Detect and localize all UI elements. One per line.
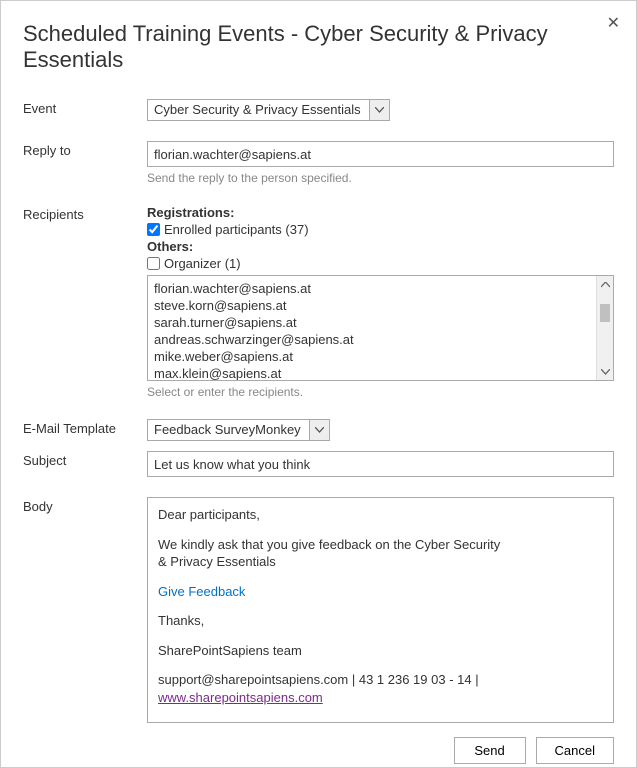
others-heading: Others: (147, 239, 614, 254)
recipient-item: steve.korn@sapiens.at (154, 297, 607, 314)
email-template-select[interactable]: Feedback SurveyMonkey (147, 419, 330, 441)
reply-to-help: Send the reply to the person specified. (147, 171, 614, 185)
recipients-label: Recipients (23, 205, 147, 222)
recipient-item: max.klein@sapiens.at (154, 365, 607, 381)
organizer-label: Organizer (1) (164, 256, 241, 271)
recipient-item: florian.wachter@sapiens.at (154, 280, 607, 297)
enrolled-checkbox[interactable] (147, 223, 160, 236)
scrollbar[interactable] (596, 276, 613, 380)
button-row: Send Cancel (23, 737, 614, 764)
row-recipients: Recipients Registrations: Enrolled parti… (23, 205, 614, 399)
chevron-down-icon (309, 420, 329, 440)
give-feedback-link[interactable]: Give Feedback (158, 584, 245, 599)
event-select[interactable]: Cyber Security & Privacy Essentials (147, 99, 390, 121)
body-label: Body (23, 497, 147, 514)
organizer-checkbox[interactable] (147, 257, 160, 270)
subject-label: Subject (23, 451, 147, 468)
recipients-textbox[interactable]: florian.wachter@sapiens.at steve.korn@sa… (147, 275, 614, 381)
close-icon[interactable]: ✕ (607, 13, 620, 33)
recipients-help: Select or enter the recipients. (147, 385, 614, 399)
scroll-up-icon[interactable] (597, 276, 613, 293)
dialog-container: ✕ Scheduled Training Events - Cyber Secu… (0, 0, 637, 768)
body-editor[interactable]: Dear participants, We kindly ask that yo… (147, 497, 614, 723)
body-line1: We kindly ask that you give feedback on … (158, 536, 603, 571)
row-body: Body Dear participants, We kindly ask th… (23, 497, 614, 723)
row-subject: Subject (23, 451, 614, 477)
body-thanks: Thanks, (158, 612, 603, 630)
row-event: Event Cyber Security & Privacy Essential… (23, 99, 614, 121)
registrations-heading: Registrations: (147, 205, 614, 220)
enrolled-label: Enrolled participants (37) (164, 222, 309, 237)
send-button[interactable]: Send (454, 737, 526, 764)
dialog-title: Scheduled Training Events - Cyber Securi… (23, 21, 614, 73)
body-team: SharePointSapiens team (158, 642, 603, 660)
email-template-label: E-Mail Template (23, 419, 147, 436)
event-select-value: Cyber Security & Privacy Essentials (148, 100, 369, 120)
scroll-down-icon[interactable] (597, 363, 613, 380)
cancel-button[interactable]: Cancel (536, 737, 614, 764)
email-template-value: Feedback SurveyMonkey (148, 420, 309, 440)
recipient-item: sarah.turner@sapiens.at (154, 314, 607, 331)
reply-to-input[interactable] (147, 141, 614, 167)
scroll-thumb[interactable] (600, 304, 610, 322)
body-contact: support@sharepointsapiens.com | 43 1 236… (158, 671, 603, 706)
event-label: Event (23, 99, 147, 116)
reply-to-label: Reply to (23, 141, 147, 158)
site-link[interactable]: www.sharepointsapiens.com (158, 690, 323, 705)
body-greeting: Dear participants, (158, 506, 603, 524)
subject-input[interactable] (147, 451, 614, 477)
chevron-down-icon (369, 100, 389, 120)
row-email-template: E-Mail Template Feedback SurveyMonkey (23, 419, 614, 441)
recipient-item: andreas.schwarzinger@sapiens.at (154, 331, 607, 348)
row-reply-to: Reply to Send the reply to the person sp… (23, 141, 614, 185)
recipient-item: mike.weber@sapiens.at (154, 348, 607, 365)
